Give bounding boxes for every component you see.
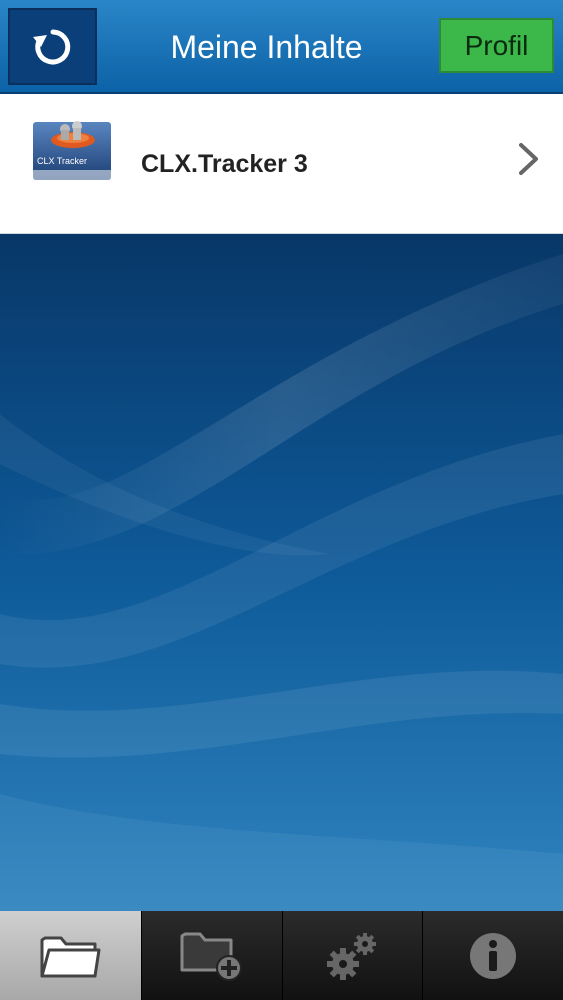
refresh-icon [32, 29, 70, 64]
info-icon [470, 932, 517, 979]
gears-icon [327, 932, 377, 980]
svg-text:CLX Tracker: CLX Tracker [37, 156, 87, 166]
folder-add-icon [180, 932, 242, 981]
chevron-right-icon [519, 143, 538, 175]
tab-settings[interactable] [281, 911, 423, 1000]
refresh-button[interactable] [8, 8, 97, 85]
content-thumbnail: CLX Tracker [33, 116, 111, 186]
tab-info[interactable] [422, 911, 563, 1000]
profile-button[interactable]: Profil [439, 18, 554, 73]
page-title: Meine Inhalte [170, 28, 363, 65]
list-item[interactable]: CLX Tracker CLX.Tracker 3 [0, 94, 563, 234]
content-background [0, 234, 563, 911]
bottom-tab-bar [0, 911, 563, 1000]
top-bar: Meine Inhalte Profil [0, 0, 563, 94]
folder-icon [40, 936, 101, 977]
list-item-label: CLX.Tracker 3 [141, 149, 308, 178]
tab-add-content[interactable] [140, 911, 282, 1000]
tab-my-content[interactable] [0, 911, 141, 1000]
